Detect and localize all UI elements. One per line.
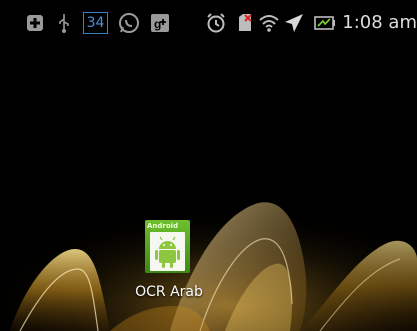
android-robot-icon: [155, 236, 180, 268]
no-sim-icon: [236, 12, 254, 34]
ocr-arab-shortcut[interactable]: Android OCR Arab: [130, 220, 210, 310]
notification-count-icon: 34: [83, 12, 108, 34]
app-label: OCR Arab: [135, 284, 203, 300]
battery-charging-icon: [314, 12, 336, 34]
alarm-icon: [205, 12, 227, 34]
android-ocr-app-icon: Android: [145, 220, 190, 273]
notification-count: 34: [86, 15, 105, 31]
status-bar[interactable]: 34 g 1:08 am: [0, 0, 417, 44]
clock-time: 1:08 am: [342, 12, 417, 33]
app-icon-paper: [150, 232, 185, 271]
airplane-mode-icon: [283, 12, 305, 34]
app-icon-badge: Android: [147, 222, 179, 230]
usb-icon: [56, 12, 72, 34]
google-plus-icon: g: [149, 12, 171, 34]
add-icon: [24, 12, 46, 34]
whatsapp-icon: [117, 12, 141, 34]
wifi-icon: [258, 12, 280, 34]
svg-text:g: g: [154, 17, 161, 31]
home-screen: 34 g 1:08 am Android OCR Arab: [0, 0, 417, 331]
